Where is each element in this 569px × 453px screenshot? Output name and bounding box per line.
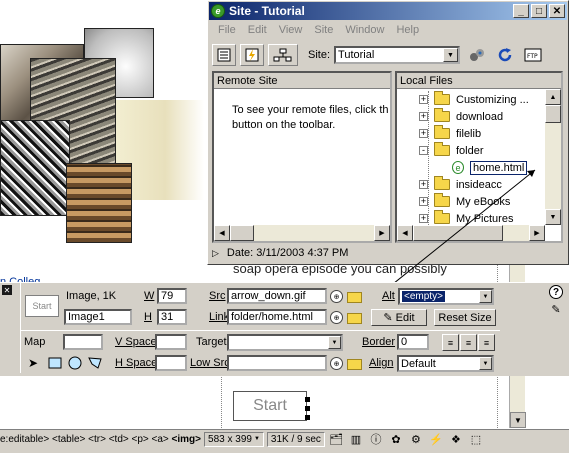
edit-button-label: Edit <box>395 311 415 324</box>
chevron-down-icon[interactable]: ▼ <box>328 336 341 349</box>
align-center-icon[interactable]: ≡ <box>460 334 477 351</box>
width-label: W <box>144 290 155 302</box>
inspector-divider <box>20 330 500 331</box>
point-to-file-line <box>357 169 536 313</box>
image-type-label: Image, 1K <box>66 290 117 302</box>
pointer-hotspot-icon[interactable]: ➤ <box>24 354 42 371</box>
align-right-icon[interactable]: ≡ <box>478 334 495 351</box>
property-inspector: ✕ Start Image, 1K Image1 W 79 H 31 Src a… <box>0 282 569 376</box>
browse-folder-icon[interactable] <box>347 292 362 303</box>
link-field[interactable]: folder/home.html <box>227 309 327 325</box>
current-tag[interactable]: <img> <box>172 434 201 445</box>
vspace-field[interactable] <box>155 334 187 350</box>
border-field[interactable]: 0 <box>397 334 429 350</box>
width-field[interactable]: 79 <box>157 288 187 304</box>
css-styles-icon[interactable]: ✿ <box>387 431 405 447</box>
quick-tag-editor-icon[interactable]: ✎ <box>549 302 563 316</box>
reset-size-button[interactable]: Reset Size <box>434 309 496 326</box>
image-thumbnail: Start <box>25 295 59 317</box>
tag-path[interactable]: e:editable> <table> <tr> <td> <p> <a> <box>0 434 169 445</box>
help-icon[interactable]: ? <box>549 285 563 299</box>
align-value: Default <box>401 357 436 370</box>
align-dropdown[interactable]: Default ▼ <box>397 355 494 372</box>
bottom-edge <box>0 448 569 453</box>
behaviors-icon[interactable]: ⚙ <box>407 431 425 447</box>
alt-value: <empty> <box>402 291 445 302</box>
polygon-hotspot-icon[interactable] <box>86 354 104 371</box>
target-dropdown[interactable]: ▼ <box>227 334 343 351</box>
border-label: Border <box>362 336 396 348</box>
edit-button[interactable]: ✎ Edit <box>371 309 427 326</box>
close-icon[interactable]: ✕ <box>2 285 12 295</box>
browse-folder-icon[interactable] <box>347 359 362 370</box>
align-label: Align <box>369 357 394 369</box>
map-name-field[interactable] <box>63 334 103 350</box>
window-size-value: 583 x 399 <box>208 433 252 445</box>
vspace-label: V Space <box>115 336 157 348</box>
document-statusbar: e:editable> <table> <tr> <td> <p> <a> <i… <box>0 429 569 448</box>
library-icon[interactable]: ⬚ <box>467 431 485 447</box>
lowsrc-field[interactable] <box>227 355 327 371</box>
height-field[interactable]: 31 <box>157 309 187 325</box>
alt-dropdown[interactable]: <empty> ▼ <box>398 288 494 305</box>
point-to-file-icon[interactable]: ⊕ <box>330 357 343 370</box>
chevron-down-icon[interactable]: ▼ <box>479 357 492 370</box>
rectangle-hotspot-icon[interactable] <box>46 354 64 371</box>
reference-icon[interactable]: ⓘ <box>367 431 385 447</box>
edit-pencil-icon: ✎ <box>383 312 393 324</box>
chevron-down-icon: ▼ <box>253 436 260 442</box>
image-name-field[interactable]: Image1 <box>64 309 132 325</box>
alt-label: Alt <box>382 290 395 302</box>
point-to-file-icon[interactable]: ⊕ <box>330 290 343 303</box>
lowsrc-label: Low Src <box>190 357 230 369</box>
src-field[interactable]: arrow_down.gif <box>227 288 327 304</box>
download-stats: 31K / 9 sec <box>266 431 325 447</box>
map-label: Map <box>24 336 46 348</box>
hspace-field[interactable] <box>155 355 187 371</box>
target-label: Target <box>196 336 227 348</box>
hspace-label: H Space <box>115 357 158 369</box>
site-launcher-icon[interactable]: 🗂 <box>327 431 345 447</box>
oval-hotspot-icon[interactable] <box>66 354 84 371</box>
height-label: H <box>144 311 152 323</box>
window-size-popup[interactable]: 583 x 399 ▼ <box>204 431 264 447</box>
align-left-icon[interactable]: ≡ <box>442 334 459 351</box>
timelines-icon[interactable]: ❖ <box>447 431 465 447</box>
chevron-down-icon[interactable]: ▼ <box>479 290 492 303</box>
point-to-file-icon[interactable]: ⊕ <box>330 311 343 324</box>
src-label: Src <box>209 290 226 302</box>
browse-folder-icon[interactable] <box>347 313 362 324</box>
tag-selector[interactable]: e:editable> <table> <tr> <td> <p> <a> <i… <box>0 434 201 445</box>
assets-icon[interactable]: ▥ <box>347 431 365 447</box>
html-source-icon[interactable]: ⚡ <box>427 431 445 447</box>
